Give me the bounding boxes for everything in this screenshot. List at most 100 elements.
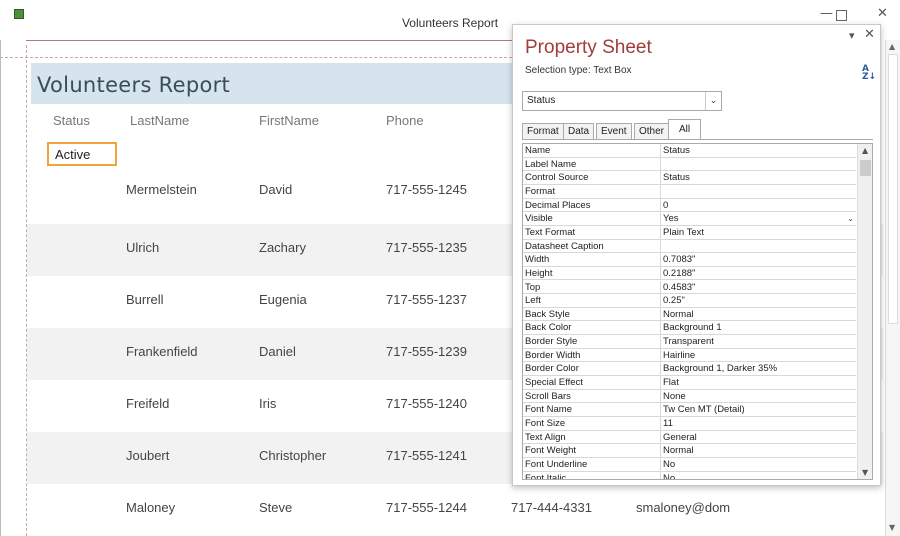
property-row[interactable]: Format [523,184,856,199]
column-divider [660,294,661,307]
property-row[interactable]: Control Source Status [523,171,856,185]
maximize-icon[interactable] [836,10,847,21]
column-divider [660,321,661,335]
property-row[interactable]: Text Format Plain Text [523,225,856,240]
property-value[interactable]: 0.7083" [663,253,695,266]
phone-cell: 717-555-1244 [386,500,467,515]
lastname-cell: Joubert [126,448,170,463]
table-row[interactable]: Maloney Steve 717-555-1244 717-444-4331 … [27,484,883,536]
column-divider [660,266,661,280]
property-row[interactable]: Font Name Tw Cen MT (Detail) [523,403,856,417]
property-name: Visible [525,213,553,225]
property-grid: Name Status Label Name Control Source Status… [522,143,873,480]
property-value[interactable]: 0 [663,199,668,212]
property-value[interactable]: Background 1 [663,321,722,334]
tab-event[interactable]: Event [596,123,632,139]
property-name: Back Color [525,322,572,334]
property-grid-scrollbar[interactable]: ▲ ▼ [857,144,872,479]
property-name: Format [525,185,556,197]
scroll-down-icon[interactable]: ▼ [889,523,895,532]
property-row[interactable]: Border Width Hairline [523,348,856,363]
property-row[interactable]: Back Style Normal [523,307,856,322]
column-divider [660,348,661,362]
property-value[interactable]: Status [663,171,690,184]
status-textbox-selected[interactable]: Active [47,142,117,166]
property-value[interactable]: Background 1, Darker 35% [663,362,777,375]
property-row[interactable]: Back Color Background 1 [523,321,856,336]
property-value[interactable]: Yes [663,212,679,225]
property-row[interactable]: Width 0.7083" [523,253,856,267]
scroll-up-icon[interactable]: ▲ [889,42,895,51]
firstname-cell: Daniel [259,344,296,359]
property-name: Font Name [525,404,572,416]
property-row[interactable]: Font Italic No [523,471,856,479]
property-row[interactable]: Datasheet Caption [523,239,856,254]
sort-az-icon[interactable]: A Z↓ [862,65,876,82]
minimize-icon[interactable]: — [820,6,833,21]
property-row[interactable]: Top 0.4583" [523,280,856,295]
property-value[interactable]: Transparent [663,335,714,348]
control-selector-dropdown[interactable]: Status ⌄ [522,91,722,111]
column-divider [660,171,661,184]
property-row[interactable]: Font Size 11 [523,417,856,431]
column-divider [660,417,661,430]
property-value[interactable]: No [663,458,675,471]
property-value[interactable]: 0.2188" [663,267,695,280]
property-value[interactable]: Status [663,144,690,157]
scrollbar-thumb[interactable] [888,54,898,324]
tab-all[interactable]: All [668,119,702,140]
firstname-cell: Iris [259,396,277,411]
column-divider [660,362,661,376]
property-row[interactable]: Visible Yes ⌄ [523,212,856,226]
column-divider [660,376,661,389]
firstname-cell: David [259,182,293,197]
tab-other[interactable]: Other [634,123,670,139]
chevron-down-icon[interactable]: ▾ [849,29,855,42]
scroll-up-icon[interactable]: ▲ [862,146,868,155]
control-selector-value: Status [527,95,556,106]
property-value[interactable]: 0.4583" [663,281,695,294]
property-row[interactable]: Left 0.25" [523,294,856,308]
section-divider [0,57,512,58]
property-name: Top [525,281,541,293]
property-name: Text Align [525,431,566,443]
property-value[interactable]: Plain Text [663,226,704,239]
close-icon[interactable]: ✕ [864,27,875,42]
property-value[interactable]: Normal [663,444,694,457]
property-row[interactable]: Border Color Background 1, Darker 35% [523,362,856,377]
scroll-down-icon[interactable]: ▼ [862,468,868,477]
property-row[interactable]: Height 0.2188" [523,266,856,281]
property-value[interactable]: Tw Cen MT (Detail) [663,403,745,416]
property-row[interactable]: Name Status [523,144,856,158]
column-divider [660,403,661,416]
property-name: Font Underline [525,458,588,470]
property-name: Decimal Places [525,199,591,211]
tab-data[interactable]: Data [563,123,595,139]
scrollbar-thumb[interactable] [860,160,871,176]
property-row[interactable]: Special Effect Flat [523,376,856,390]
property-row[interactable]: Border Style Transparent [523,335,856,349]
property-value[interactable]: Hairline [663,349,695,362]
selection-type-label: Selection type: Text Box [525,65,632,76]
property-value[interactable]: Flat [663,376,679,389]
property-row[interactable]: Font Weight Normal [523,444,856,458]
property-value[interactable]: 0.25" [663,294,685,307]
property-value[interactable]: 11 [663,417,673,430]
property-value[interactable]: Normal [663,308,694,321]
column-divider [660,389,661,403]
column-divider [660,157,661,171]
property-value[interactable]: No [663,472,675,479]
property-row[interactable]: Text Align General [523,430,856,445]
property-value[interactable]: None [663,390,686,403]
tab-format[interactable]: Format [522,123,564,139]
report-vertical-scrollbar[interactable]: ▲ ▼ [885,40,900,536]
property-row[interactable]: Scroll Bars None [523,389,856,404]
chevron-down-icon[interactable]: ⌄ [847,212,854,225]
close-icon[interactable]: ✕ [877,6,888,21]
property-row[interactable]: Decimal Places 0 [523,198,856,213]
chevron-down-icon[interactable]: ⌄ [705,92,721,110]
property-row[interactable]: Font Underline No [523,457,856,472]
property-row[interactable]: Label Name [523,157,856,172]
property-value[interactable]: General [663,431,697,444]
phone2-cell: 717-444-4331 [511,500,592,515]
